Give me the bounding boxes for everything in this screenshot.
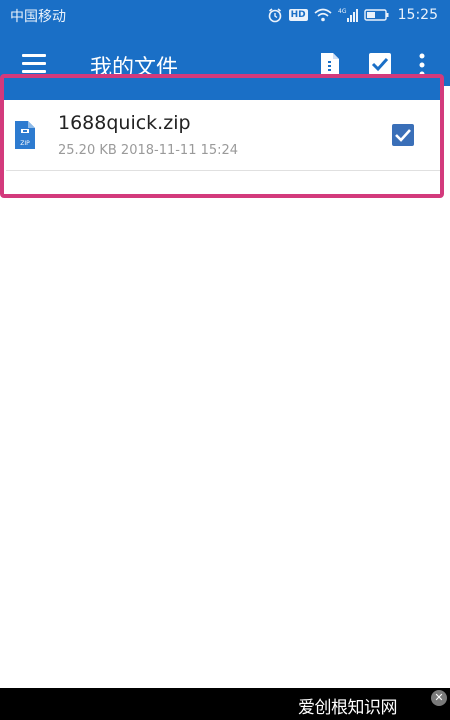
more-icon[interactable]	[416, 52, 428, 78]
menu-icon[interactable]	[22, 54, 48, 76]
select-all-icon[interactable]	[368, 52, 392, 76]
file-list-item[interactable]: ZIP 1688quick.zip 25.20 KB 2018-11-11 15…	[6, 100, 442, 171]
wifi-icon	[314, 8, 332, 22]
clock: 15:25	[397, 7, 438, 23]
carrier-label: 中国移动	[10, 9, 66, 25]
selection-header-strip	[4, 78, 442, 100]
battery-icon	[363, 8, 390, 22]
watermark-text: 爱创根知识网	[298, 698, 398, 718]
zip-label: ZIP	[20, 140, 30, 147]
status-icons: HD 4G 15:25	[267, 0, 438, 30]
alarm-icon	[267, 7, 283, 23]
checkmark-icon	[395, 129, 411, 142]
file-checkbox[interactable]	[392, 124, 414, 146]
file-name: 1688quick.zip	[58, 112, 191, 134]
zip-file-icon: ZIP	[14, 120, 36, 150]
signal-icon: 4G	[338, 7, 358, 23]
file-meta: 25.20 KB 2018-11-11 15:24	[58, 143, 239, 158]
close-icon[interactable]: ✕	[431, 690, 447, 706]
status-bar: 中国移动 HD 4G 15:25	[0, 0, 450, 30]
hd-badge: HD	[288, 9, 308, 21]
network-type-label: 4G	[338, 8, 347, 15]
new-file-icon[interactable]	[318, 52, 342, 80]
